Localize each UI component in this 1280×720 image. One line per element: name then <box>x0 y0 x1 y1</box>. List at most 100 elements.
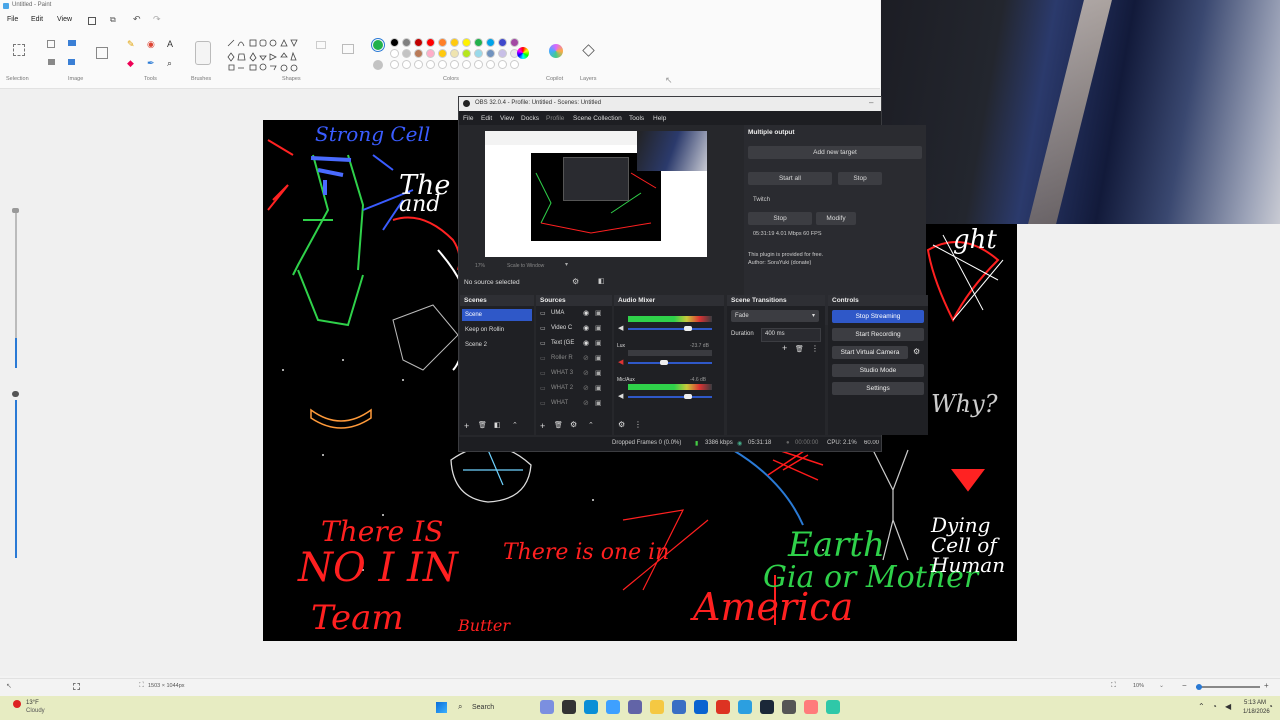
start-all-button[interactable]: Start all <box>748 172 832 185</box>
add-scene-icon[interactable]: + <box>464 421 469 431</box>
settings-button[interactable]: Settings <box>832 382 924 395</box>
scene-item[interactable]: Scene <box>465 312 482 318</box>
target-modify-button[interactable]: Modify <box>816 212 856 225</box>
taskbar-app-icon[interactable] <box>694 700 708 714</box>
volume-icon[interactable]: ◀ <box>1225 702 1231 711</box>
obs-menu-profile[interactable]: Profile <box>546 115 564 122</box>
color-swatch[interactable] <box>462 49 471 58</box>
color-swatch[interactable] <box>414 38 423 47</box>
resize-icon[interactable] <box>68 40 76 46</box>
wifi-icon[interactable]: ◔ <box>1212 702 1217 711</box>
obs-preview[interactable] <box>485 131 707 257</box>
magnifier-icon[interactable]: ⌕ <box>167 58 172 69</box>
color-swatch[interactable] <box>390 38 399 47</box>
scene-item[interactable]: Keep on Rollin <box>465 327 504 333</box>
color-swatch[interactable] <box>474 49 483 58</box>
lock-icon[interactable]: ▣ <box>595 309 602 317</box>
visibility-eye-icon[interactable]: ⊘ <box>583 384 589 392</box>
obs-menu-help[interactable]: Help <box>653 115 666 122</box>
color-swatch[interactable] <box>438 38 447 47</box>
obs-menu-docks[interactable]: Docks <box>521 115 539 122</box>
image-icon[interactable] <box>96 47 108 59</box>
fill-style-icon[interactable] <box>342 44 354 54</box>
add-new-target-button[interactable]: Add new target <box>748 146 922 159</box>
taskbar-app-icon[interactable] <box>782 700 796 714</box>
remove-scene-icon[interactable]: 🗑 <box>478 421 487 429</box>
scene-filters-icon[interactable]: ◧ <box>494 421 501 429</box>
notification-bell-icon[interactable]: ◔ <box>1268 702 1273 711</box>
custom-color-slot[interactable] <box>426 60 435 69</box>
studio-mode-button[interactable]: Studio Mode <box>832 364 924 377</box>
brush-size-slider-thumb[interactable] <box>12 208 19 213</box>
visibility-eye-icon[interactable]: ⊘ <box>583 399 589 407</box>
outline-icon[interactable] <box>316 41 326 49</box>
source-item-label[interactable]: UMA <box>551 310 564 316</box>
weather-alert-icon[interactable] <box>13 700 21 708</box>
move-up-icon[interactable]: ⌃ <box>512 421 518 429</box>
volume-slider[interactable] <box>628 328 712 330</box>
lock-icon[interactable]: ▣ <box>595 354 602 362</box>
obs-menu-scene-collection[interactable]: Scene Collection <box>573 115 622 122</box>
taskbar-app-icon[interactable] <box>562 700 576 714</box>
color-swatch[interactable] <box>474 38 483 47</box>
custom-color-slot[interactable] <box>450 60 459 69</box>
zoom-in-icon[interactable]: + <box>1264 681 1269 690</box>
source-item-label[interactable]: WHAT 2 <box>551 385 573 391</box>
source-item-label[interactable]: Video C <box>551 325 572 331</box>
brushes-icon[interactable] <box>195 41 211 65</box>
audio-menu-icon[interactable]: ⋮ <box>634 420 642 429</box>
volume-slider[interactable] <box>628 396 712 398</box>
color-swatch[interactable] <box>402 38 411 47</box>
weather-temp[interactable]: 13°F <box>26 700 39 706</box>
stop-all-button[interactable]: Stop <box>838 172 882 185</box>
visibility-eye-icon[interactable]: ⊘ <box>583 369 589 377</box>
clock-time[interactable]: 5:13 AM <box>1244 700 1266 706</box>
preview-scale-mode[interactable]: Scale to Window <box>507 263 544 269</box>
taskbar-search[interactable]: Search <box>472 704 494 711</box>
secondary-color-swatch[interactable] <box>373 60 383 70</box>
source-item-label[interactable]: Roller R <box>551 355 573 361</box>
plugin-author[interactable]: Author: SoraYuki (donate) <box>748 260 811 266</box>
edit-colors-icon[interactable] <box>517 47 529 59</box>
shapes-gallery[interactable] <box>226 38 306 72</box>
volume-slider-thumb[interactable] <box>684 394 692 399</box>
color-swatch[interactable] <box>462 38 471 47</box>
lock-icon[interactable]: ▣ <box>595 324 602 332</box>
color-swatch[interactable] <box>402 49 411 58</box>
source-gear-icon[interactable]: ⚙ <box>570 420 577 429</box>
color-swatch[interactable] <box>486 49 495 58</box>
remove-source-icon[interactable]: 🗑 <box>554 421 563 429</box>
opacity-slider-thumb[interactable] <box>12 391 19 397</box>
custom-color-slot[interactable] <box>402 60 411 69</box>
fill-icon[interactable]: ◉ <box>147 39 155 50</box>
lock-icon[interactable]: ▣ <box>595 384 602 392</box>
volume-slider-thumb[interactable] <box>684 326 692 331</box>
save-icon[interactable] <box>88 17 96 25</box>
taskbar-app-icon[interactable] <box>760 700 774 714</box>
source-item-label[interactable]: WHAT 3 <box>551 370 573 376</box>
chevron-up-icon[interactable]: ⌃ <box>1198 702 1205 711</box>
taskbar-app-icon[interactable] <box>738 700 752 714</box>
obs-menu-view[interactable]: View <box>500 115 514 122</box>
visibility-eye-icon[interactable]: ◉ <box>583 339 589 347</box>
weather-desc[interactable]: Cloudy <box>26 708 45 714</box>
source-item-label[interactable]: WHAT <box>551 400 568 406</box>
custom-color-slot[interactable] <box>474 60 483 69</box>
taskbar-app-icon[interactable] <box>716 700 730 714</box>
zoom-out-icon[interactable]: − <box>1182 681 1187 690</box>
speaker-icon[interactable]: ◀ <box>618 324 623 332</box>
start-recording-button[interactable]: Start Recording <box>832 328 924 341</box>
transition-menu-icon[interactable]: ⋮ <box>811 344 819 353</box>
zoom-slider-thumb[interactable] <box>1196 684 1202 690</box>
color-swatch[interactable] <box>438 49 447 58</box>
taskbar-app-icon[interactable] <box>628 700 642 714</box>
source-item-label[interactable]: Text (GE <box>551 340 574 346</box>
color-swatch[interactable] <box>498 38 507 47</box>
obs-menu-file[interactable]: File <box>463 115 473 122</box>
source-up-icon[interactable]: ⌃ <box>588 421 594 429</box>
color-swatch[interactable] <box>450 49 459 58</box>
obs-menu-edit[interactable]: Edit <box>481 115 492 122</box>
volume-slider[interactable] <box>628 362 712 364</box>
custom-color-slot[interactable] <box>414 60 423 69</box>
opacity-slider[interactable] <box>15 400 17 558</box>
